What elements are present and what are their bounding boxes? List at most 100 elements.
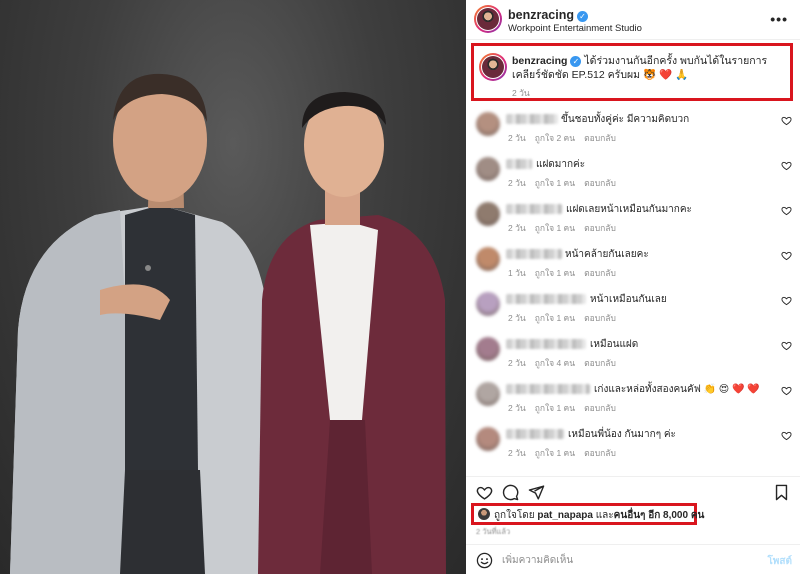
post-panel: benzracing ✓ Workpoint Entertainment Stud… (466, 0, 800, 574)
comment-avatar[interactable] (476, 157, 500, 181)
comment-meta: 2 วัน ถูกใจ 2 คน ตอบกลับ (508, 131, 625, 145)
blurred-username (506, 294, 586, 304)
comment-avatar[interactable] (476, 337, 500, 361)
comment-meta: 2 วัน ถูกใจ 1 คน ตอบกลับ (508, 401, 625, 415)
caption-username[interactable]: benzracing (512, 55, 567, 67)
share-icon[interactable] (528, 484, 545, 501)
list-item: เก่งและหล่อทั้งสองคนคัฟ 👏 😍 ❤️ ❤️ 2 วัน ถ… (466, 378, 800, 423)
comment-meta: 2 วัน ถูกใจ 1 คน ตอบกลับ (508, 176, 625, 190)
comment-avatar[interactable] (476, 112, 500, 136)
blurred-username (506, 429, 564, 439)
heart-icon[interactable] (476, 484, 493, 501)
comment-likes[interactable]: ถูกใจ 1 คน (535, 403, 575, 413)
comment-meta: 2 วัน ถูกใจ 4 คน ตอบกลับ (508, 356, 625, 370)
bookmark-icon[interactable] (773, 484, 790, 501)
reply-button[interactable]: ตอบกลับ (584, 133, 616, 143)
heart-icon[interactable] (781, 205, 792, 216)
comment-likes[interactable]: ถูกใจ 1 คน (535, 448, 575, 458)
list-item: แฝดมากค่ะ 2 วัน ถูกใจ 1 คน ตอบกลับ (466, 153, 800, 198)
heart-icon[interactable] (781, 160, 792, 171)
header-avatar[interactable] (474, 5, 502, 33)
header-username[interactable]: benzracing (508, 8, 574, 22)
comment-likes[interactable]: ถูกใจ 1 คน (535, 268, 575, 278)
heart-icon[interactable] (781, 250, 792, 261)
comment-likes[interactable]: ถูกใจ 1 คน (535, 178, 575, 188)
blurred-username (506, 339, 586, 349)
person-left (10, 73, 268, 574)
comment-avatar[interactable] (476, 427, 500, 451)
comment-avatar[interactable] (476, 382, 500, 406)
heart-icon[interactable] (781, 430, 792, 441)
list-item: ขึ้นชอบทั้งคู่ค่ะ มีความคิดบวก 2 วัน ถูกใ… (466, 108, 800, 153)
likes-highlight: ถูกใจโดย pat_napapa และคนอื่นๆ อีก 8,000… (471, 503, 704, 525)
reply-button[interactable]: ตอบกลับ (584, 358, 616, 368)
reply-button[interactable]: ตอบกลับ (584, 448, 616, 458)
comment-meta: 2 วัน ถูกใจ 1 คน ตอบกลับ (508, 446, 625, 460)
comment-avatar[interactable] (476, 202, 500, 226)
comment-avatar[interactable] (476, 292, 500, 316)
heart-icon[interactable] (781, 115, 792, 126)
comment-time: 2 วัน (508, 133, 526, 143)
caption-highlight: benzracing ✓ ได้ร่วมงานกันอีกครั้ง พบกันไ… (471, 43, 793, 101)
blurred-username (506, 249, 562, 259)
verified-icon: ✓ (570, 56, 582, 67)
blurred-username (506, 204, 562, 214)
comment-icon[interactable] (502, 484, 519, 501)
caption-time: 2 วัน (512, 88, 530, 98)
comment-time: 2 วัน (508, 448, 526, 458)
comment-text: แฝดเลยหน้าเหมือนกันมากคะ (566, 204, 692, 215)
list-item: หน้าเหมือนกันเลย 2 วัน ถูกใจ 1 คน ตอบกลับ (466, 288, 800, 333)
post-header: benzracing ✓ Workpoint Entertainment Stud… (466, 0, 800, 40)
blurred-username (506, 114, 558, 124)
liker-username[interactable]: pat_napapa (537, 510, 593, 521)
person-right (258, 92, 446, 574)
comment-likes[interactable]: ถูกใจ 4 คน (535, 358, 575, 368)
comment-time: 2 วัน (508, 223, 526, 233)
reply-button[interactable]: ตอบกลับ (584, 313, 616, 323)
comment-meta: 1 วัน ถูกใจ 1 คน ตอบกลับ (508, 266, 625, 280)
list-item: เหมือนแฝด 2 วัน ถูกใจ 4 คน ตอบกลับ (466, 333, 800, 378)
comment-avatar[interactable] (476, 247, 500, 271)
likes-text[interactable]: ถูกใจโดย pat_napapa และคนอื่นๆ อีก 8,000… (494, 508, 704, 523)
reply-button[interactable]: ตอบกลับ (584, 403, 616, 413)
comment-likes[interactable]: ถูกใจ 1 คน (535, 223, 575, 233)
heart-icon[interactable] (781, 340, 792, 351)
blurred-username (506, 384, 590, 394)
blurred-username (506, 159, 532, 169)
emoji-icon[interactable] (476, 552, 493, 569)
post-photo (0, 0, 466, 574)
more-icon[interactable]: ••• (770, 11, 788, 27)
comment-time: 1 วัน (508, 268, 526, 278)
comment-time: 2 วัน (508, 178, 526, 188)
reply-button[interactable]: ตอบกลับ (584, 268, 616, 278)
likes-middle: และ (595, 510, 614, 521)
reply-button[interactable]: ตอบกลับ (584, 223, 616, 233)
comment-time: 2 วัน (508, 313, 526, 323)
post-button[interactable]: โพสต์ (767, 554, 792, 569)
liker-avatar[interactable] (478, 508, 490, 520)
list-item: เหมือนพี่น้อง กันมากๆ ค่ะ 2 วัน ถูกใจ 1 ค… (466, 423, 800, 468)
comment-likes[interactable]: ถูกใจ 2 คน (535, 133, 575, 143)
list-item: แฝดเลยหน้าเหมือนกันมากคะ 2 วัน ถูกใจ 1 คน… (466, 198, 800, 243)
caption-avatar[interactable] (479, 53, 507, 81)
reply-button[interactable]: ตอบกลับ (584, 178, 616, 188)
heart-icon[interactable] (781, 295, 792, 306)
heart-icon[interactable] (781, 385, 792, 396)
add-comment-bar: โพสต์ (466, 544, 800, 574)
comment-likes[interactable]: ถูกใจ 1 คน (535, 313, 575, 323)
comment-text: เหมือนแฝด (590, 339, 639, 350)
comment-text: หน้าคล้ายกันเลยคะ (565, 249, 649, 260)
comment-text: หน้าเหมือนกันเลย (590, 294, 667, 305)
comment-input[interactable] (502, 553, 752, 567)
header-username-wrap: benzracing ✓ (508, 8, 588, 22)
likes-others[interactable]: คนอื่นๆ อีก 8,000 คน (614, 510, 705, 521)
list-item: หน้าคล้ายกันเลยคะ 1 วัน ถูกใจ 1 คน ตอบกลับ (466, 243, 800, 288)
comment-time: 2 วัน (508, 358, 526, 368)
post-time: 2 วันที่แล้ว (476, 527, 511, 536)
comment-text: เก่งและหล่อทั้งสองคนคัฟ 👏 😍 ❤️ ❤️ (594, 384, 760, 395)
likes-prefix: ถูกใจโดย (494, 510, 535, 521)
post-photo-illustration (10, 73, 446, 574)
caption-text-wrap: benzracing ✓ ได้ร่วมงานกันอีกครั้ง พบกันไ… (512, 54, 790, 82)
comment-time: 2 วัน (508, 403, 526, 413)
header-location[interactable]: Workpoint Entertainment Studio (508, 23, 642, 34)
